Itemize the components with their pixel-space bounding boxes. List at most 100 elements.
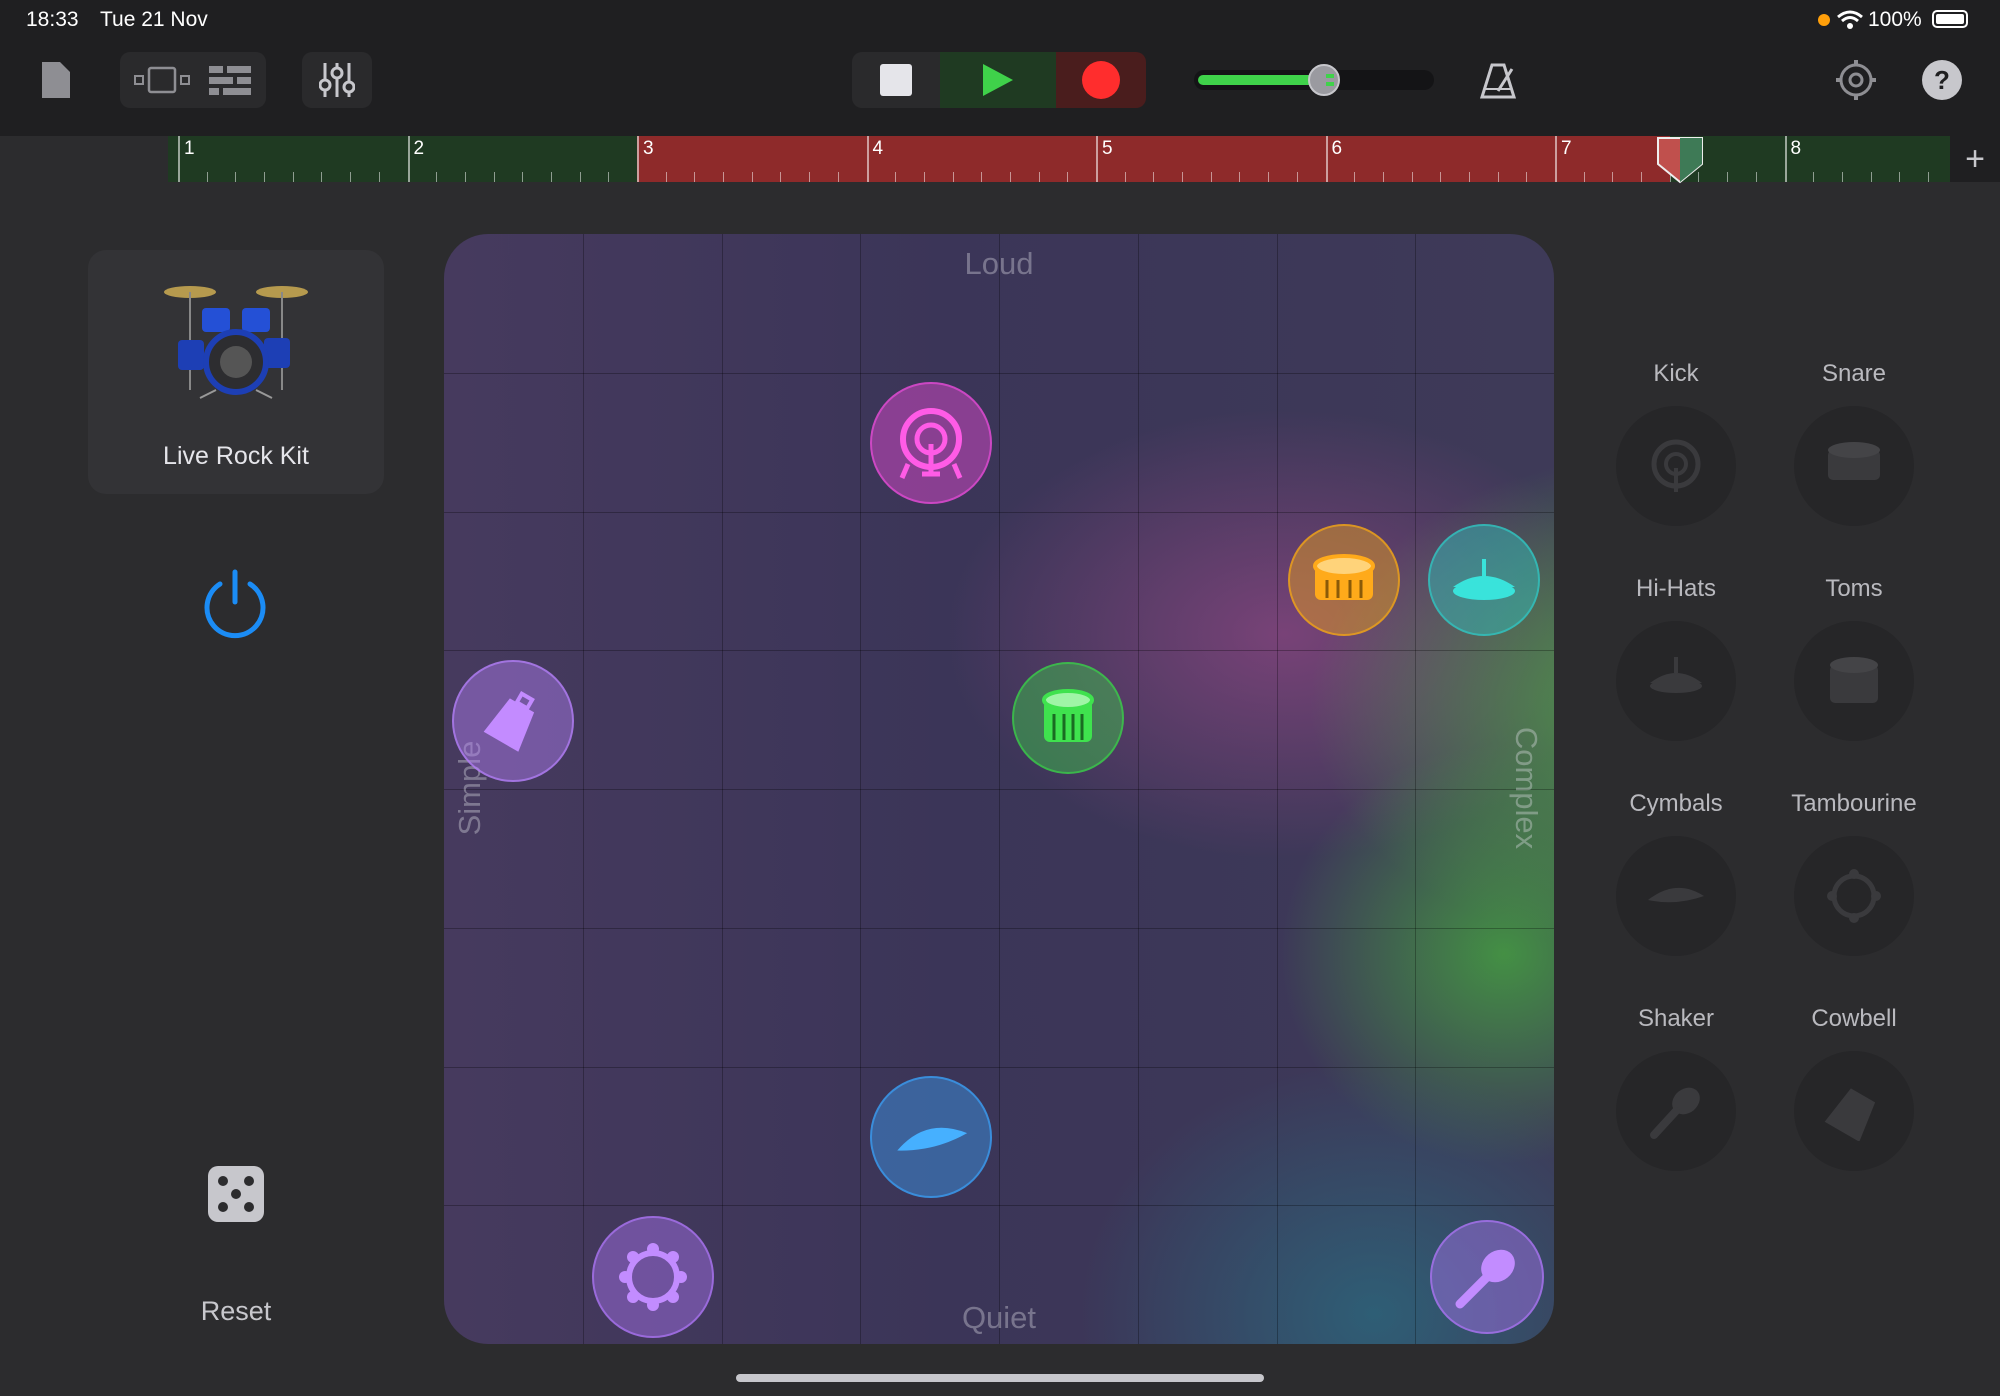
settings-button[interactable]	[1832, 56, 1880, 104]
hi-hat-icon	[1650, 657, 1702, 693]
ruler-tick	[1727, 172, 1729, 182]
play-icon	[983, 64, 1013, 96]
ruler-tick	[1755, 172, 1757, 182]
ruler-tick	[1841, 172, 1843, 182]
ruler-tick	[436, 172, 438, 182]
ruler-tick	[550, 172, 552, 182]
instrument-toggle-shaker[interactable]	[1616, 1051, 1736, 1171]
ruler-tick	[1927, 172, 1929, 182]
playhead[interactable]	[1656, 136, 1704, 184]
ruler-tick	[235, 172, 237, 182]
master-volume-slider[interactable]	[1194, 64, 1434, 96]
mixer-button[interactable]	[302, 52, 372, 108]
home-indicator[interactable]	[736, 1374, 1264, 1382]
pad-gridline	[444, 789, 1554, 790]
ruler-tick	[464, 172, 466, 182]
ruler-bar-number: 1	[184, 138, 195, 159]
cymbals-puck[interactable]	[870, 1076, 992, 1198]
ruler-bar-number: 8	[1790, 138, 1802, 159]
ruler-tick	[1526, 172, 1528, 182]
cowbell-puck[interactable]	[452, 660, 574, 782]
shaker-icon	[1455, 1249, 1515, 1309]
cowbell-icon	[1824, 1088, 1876, 1141]
ruler-tick	[751, 172, 753, 182]
ruler-bar-line	[1784, 136, 1787, 182]
ruler-tick	[1382, 172, 1384, 182]
view-toggle[interactable]	[120, 52, 266, 108]
instrument-toggle-snare[interactable]	[1794, 406, 1914, 526]
ruler-bar-line	[637, 136, 639, 182]
help-button[interactable]: ?	[1922, 60, 1962, 100]
ruler-tick	[1268, 172, 1270, 182]
ruler-bar-number: 3	[643, 138, 654, 159]
reset-button[interactable]: Reset	[136, 1296, 336, 1327]
ruler-tick	[923, 172, 925, 182]
beat-xy-pad[interactable]: Loud Quiet Simple Complex	[444, 234, 1554, 1344]
instrument-toggle-toms[interactable]	[1794, 621, 1914, 741]
hihat-puck[interactable]	[1428, 524, 1540, 636]
toms-puck[interactable]	[1012, 662, 1124, 774]
gear-icon	[1836, 60, 1876, 100]
wifi-icon	[1837, 10, 1863, 29]
ruler-tick	[1124, 172, 1126, 182]
tambourine-icon	[1827, 869, 1881, 923]
tambourine-puck[interactable]	[592, 1216, 714, 1338]
ruler-tick	[493, 172, 495, 182]
ruler-tick	[1641, 172, 1643, 182]
pad-label-loud: Loud	[964, 246, 1034, 281]
ruler-tick	[723, 172, 725, 182]
ruler-tick	[895, 172, 897, 182]
pad-gridline	[1137, 234, 1139, 1344]
instrument-toggle-cowbell[interactable]	[1794, 1051, 1914, 1171]
volume-knob[interactable]	[1307, 64, 1340, 96]
kick-drum-icon	[1651, 439, 1701, 492]
instrument-label-tambourine: Tambourine	[1791, 790, 1917, 817]
ruler-tick	[1038, 172, 1040, 182]
drum-kit-icon	[164, 286, 308, 399]
metronome-button[interactable]	[1472, 56, 1524, 106]
pad-gridline	[1276, 234, 1278, 1344]
dice-icon	[218, 1176, 254, 1212]
ruler-tick	[350, 172, 352, 182]
drum-kit-selector[interactable]: Live Rock Kit	[88, 250, 384, 494]
record-button[interactable]	[1056, 52, 1146, 108]
instrument-label-shaker: Shaker	[1637, 1005, 1715, 1032]
stop-button[interactable]	[852, 52, 940, 108]
ruler-bar-number: 5	[1102, 138, 1113, 159]
ruler-tick	[952, 172, 954, 182]
my-songs-button[interactable]	[30, 52, 82, 108]
instrument-label-cowbell: Cowbell	[1811, 1005, 1897, 1032]
ruler-bar-number: 2	[413, 138, 425, 159]
shaker-puck[interactable]	[1430, 1220, 1544, 1334]
ruler-tick	[1497, 172, 1499, 182]
ruler-tick	[264, 172, 266, 182]
instrument-toggle-tambourine[interactable]	[1794, 836, 1914, 956]
ruler-bar-line	[1555, 136, 1557, 182]
instrument-toggle-cymbals[interactable]	[1616, 836, 1736, 956]
ruler-tick	[608, 172, 610, 182]
ruler-tick	[1583, 172, 1585, 182]
instrument-toggle-hi-hats[interactable]	[1616, 621, 1736, 741]
ruler-tick	[378, 172, 380, 182]
instrument-toggle-kick[interactable]	[1616, 406, 1736, 526]
ruler-tick	[665, 172, 667, 182]
kick-puck[interactable]	[870, 382, 992, 504]
play-button[interactable]	[940, 52, 1056, 108]
ruler-tick	[780, 172, 782, 182]
drummer-power-button[interactable]	[198, 566, 272, 640]
ruler-tick	[1210, 172, 1212, 182]
level-meter-bottom	[1326, 82, 1334, 86]
ruler-bar-line	[1096, 136, 1098, 182]
ruler-tick	[1009, 172, 1011, 182]
battery-percent: 100%	[1868, 8, 1922, 31]
tom-drum-icon	[1042, 689, 1094, 742]
ruler-tick	[694, 172, 696, 182]
randomize-dice-button[interactable]	[208, 1166, 264, 1222]
battery-icon	[1932, 10, 1968, 28]
ruler-tick	[206, 172, 208, 182]
add-section-button[interactable]: +	[1950, 136, 2000, 182]
instrument-label-cymbals: Cymbals	[1629, 790, 1723, 817]
snare-puck[interactable]	[1288, 524, 1400, 636]
stop-icon	[880, 64, 912, 96]
shaker-icon	[1650, 1087, 1700, 1139]
